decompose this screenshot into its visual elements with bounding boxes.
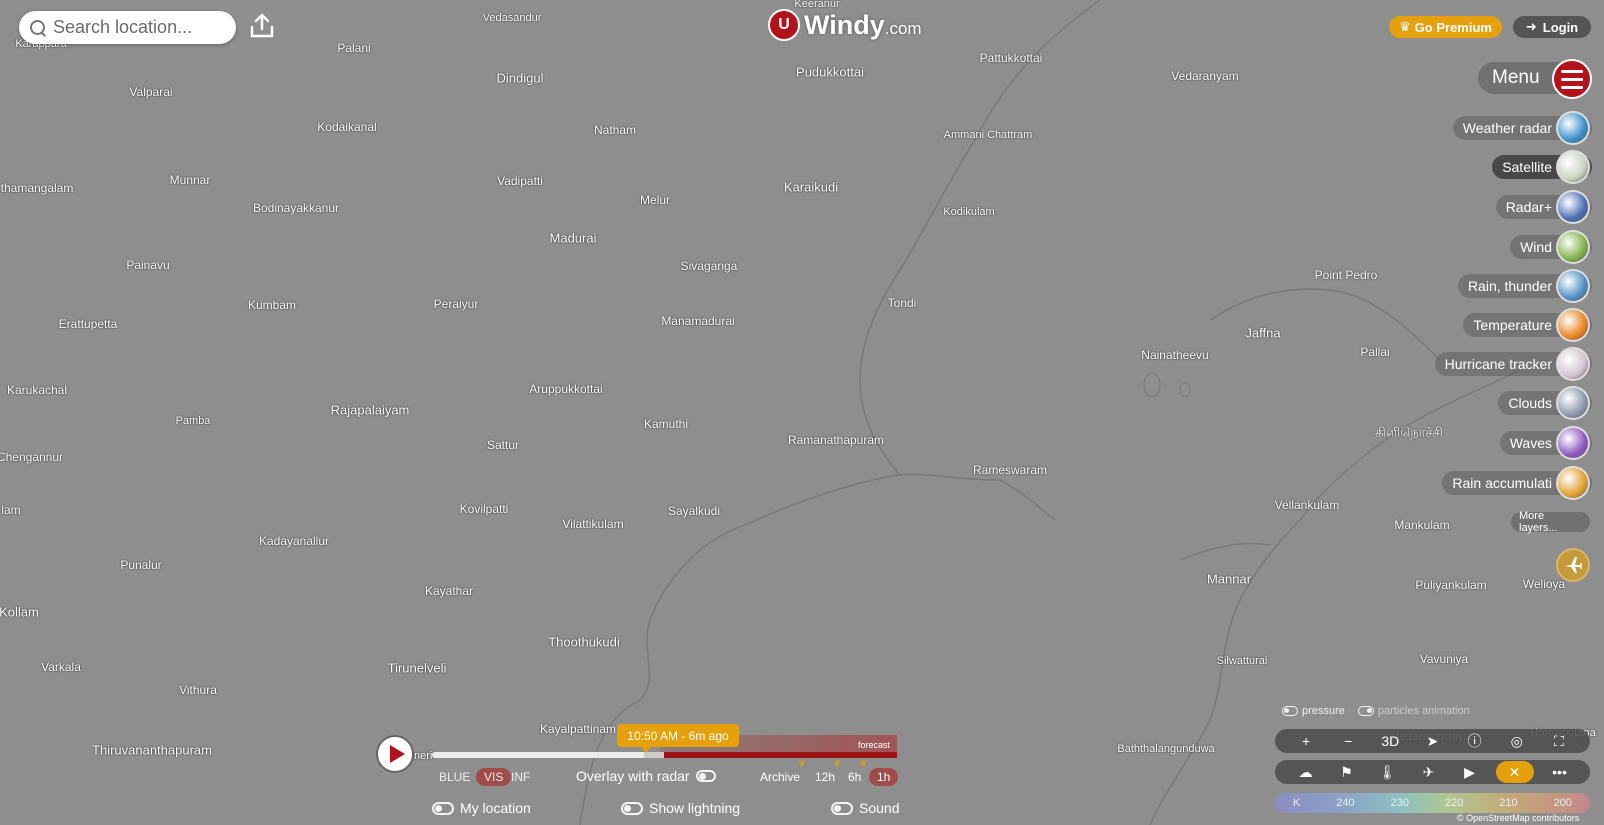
go-premium-button[interactable]: ♛ Go Premium xyxy=(1389,16,1502,38)
layer-radar[interactable]: Weather radar xyxy=(1452,111,1592,145)
windy-logo[interactable]: U Windy.com xyxy=(768,9,922,41)
sound-toggle[interactable]: Sound xyxy=(831,800,899,816)
radar-thumb-icon xyxy=(1556,111,1590,145)
range-12h[interactable]: 12h xyxy=(815,758,841,784)
overlay-radar-toggle[interactable]: Overlay with radar xyxy=(576,768,716,784)
play-button[interactable] xyxy=(376,735,414,773)
pressure-toggle[interactable]: pressure xyxy=(1282,705,1345,717)
menu-label: Menu xyxy=(1492,67,1540,88)
layer-rain[interactable]: Rain, thunder xyxy=(1457,269,1592,303)
toggle-switch-icon xyxy=(1282,706,1298,716)
range-6h[interactable]: 6h xyxy=(848,758,868,784)
my-location-toggle[interactable]: My location xyxy=(432,800,531,816)
layer-wind[interactable]: Wind xyxy=(1510,230,1592,264)
wind-thumb-icon xyxy=(1556,230,1590,264)
rain-thumb-icon xyxy=(1556,269,1590,303)
map[interactable]: Keeranur Vedasandur Karappara Palani Pattukk… xyxy=(0,0,1604,825)
layer-clouds[interactable]: Clouds xyxy=(1498,386,1592,420)
legend-value: 220 xyxy=(1444,797,1464,809)
band-inf[interactable]: INF xyxy=(511,770,530,784)
toggle-switch-icon xyxy=(695,770,716,782)
map-controls-bar: + − 3D ➤ ⓘ ◎ ⛶ xyxy=(1275,729,1590,753)
legend-value: 230 xyxy=(1390,797,1409,809)
login-icon: ➜ xyxy=(1525,19,1537,34)
menu-button[interactable]: Menu xyxy=(1478,59,1592,99)
toggle-switch-icon xyxy=(621,801,643,815)
windy-logo-icon: U xyxy=(768,9,800,41)
band-blue[interactable]: BLUE xyxy=(439,770,470,784)
share-icon[interactable] xyxy=(248,12,276,40)
forecast-label: forecast xyxy=(858,740,891,750)
legend-value: 240 xyxy=(1336,797,1355,809)
close-icon[interactable]: ✕ xyxy=(1495,761,1534,783)
hurricane-icon[interactable]: ◎ xyxy=(1502,733,1532,750)
toggle-switch-icon xyxy=(432,801,454,815)
show-lightning-toggle[interactable]: Show lightning xyxy=(621,800,740,816)
map-coastline xyxy=(0,0,1521,825)
current-time-bubble[interactable]: 10:50 AM - 6m ago xyxy=(617,724,739,753)
legend-value: 200 xyxy=(1553,797,1572,809)
band-vis[interactable]: VIS xyxy=(476,768,512,786)
toggle-switch-icon xyxy=(1358,706,1374,716)
range-archive[interactable]: Archive xyxy=(760,758,806,784)
thermometer-icon[interactable]: 🌡 xyxy=(1373,764,1403,781)
radar-plus-thumb-icon xyxy=(1556,190,1590,224)
login-button[interactable]: ➜ Login xyxy=(1513,16,1591,38)
layer-temperature[interactable]: Temperature xyxy=(1463,308,1592,342)
flag-icon[interactable]: ⚑ xyxy=(1332,764,1362,781)
crown-icon: ♛ xyxy=(1399,19,1411,34)
3d-button[interactable]: 3D xyxy=(1375,733,1405,749)
layer-hurricane[interactable]: Hurricane tracker xyxy=(1434,347,1592,381)
range-1h[interactable]: 1h xyxy=(869,768,899,786)
info-icon[interactable]: ⓘ xyxy=(1460,731,1490,751)
clouds-thumb-icon xyxy=(1556,386,1590,420)
search-input[interactable] xyxy=(53,17,233,38)
layer-waves[interactable]: Waves xyxy=(1499,426,1592,460)
color-legend[interactable]: K 240 230 220 210 200 xyxy=(1275,793,1590,813)
more-icon[interactable]: ••• xyxy=(1545,764,1575,780)
logo-name: Windy.com xyxy=(804,9,922,40)
airplane-icon[interactable] xyxy=(1556,548,1590,582)
webcam-icon[interactable]: ▶ xyxy=(1455,764,1485,781)
rain-accumulation-thumb-icon xyxy=(1556,466,1590,500)
legend-unit: K xyxy=(1292,797,1301,809)
particles-animation-toggle[interactable]: particles animation xyxy=(1358,705,1470,717)
layer-radar-plus[interactable]: Radar+ xyxy=(1495,190,1592,224)
search-box[interactable] xyxy=(19,11,236,44)
fullscreen-icon[interactable]: ⛶ xyxy=(1544,733,1574,750)
locate-icon[interactable]: ➤ xyxy=(1417,733,1447,750)
zoom-in-button[interactable]: + xyxy=(1291,733,1321,749)
attribution[interactable]: © OpenStreetMap contributors xyxy=(1457,813,1579,823)
more-layers-button[interactable]: More layers... xyxy=(1511,510,1590,534)
waves-thumb-icon xyxy=(1556,426,1590,460)
layer-rain-accumulation[interactable]: Rain accumulati xyxy=(1442,466,1592,500)
zoom-out-button[interactable]: − xyxy=(1333,733,1363,749)
overlay-controls-bar: ☁ ⚑ 🌡 ✈ ▶ ✕ ••• xyxy=(1275,760,1590,784)
legend-value: 210 xyxy=(1499,797,1518,809)
timeline-track[interactable] xyxy=(432,752,897,758)
search-icon xyxy=(29,19,47,37)
toggle-switch-icon xyxy=(831,801,853,815)
weather-icon[interactable]: ☁ xyxy=(1291,764,1321,781)
hurricane-thumb-icon xyxy=(1556,347,1590,381)
layer-satellite[interactable]: Satellite xyxy=(1492,150,1592,184)
airplane-icon[interactable]: ✈ xyxy=(1414,764,1444,781)
temperature-thumb-icon xyxy=(1556,308,1590,342)
hamburger-icon xyxy=(1552,59,1592,99)
satellite-thumb-icon xyxy=(1556,150,1590,184)
